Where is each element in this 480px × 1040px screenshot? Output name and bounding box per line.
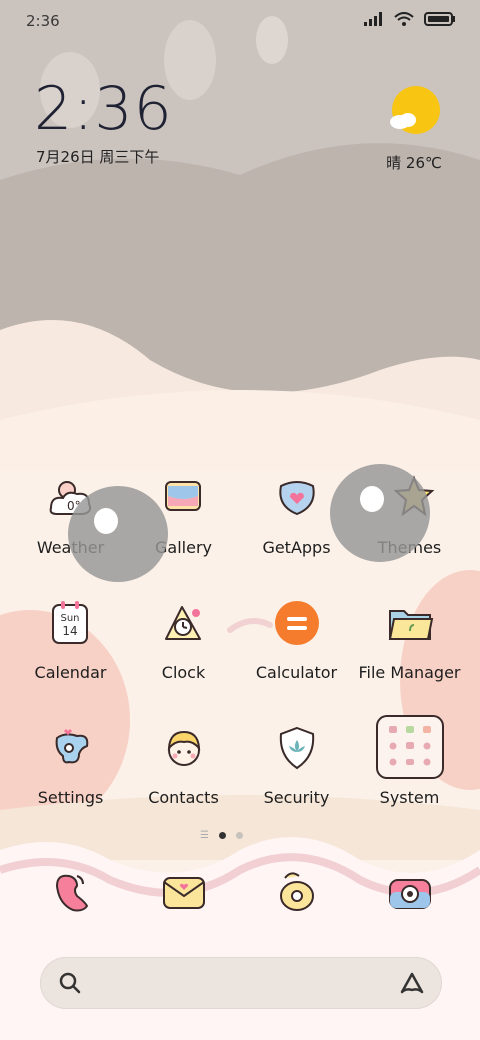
app-label: GetApps <box>262 538 331 557</box>
svg-text:Sun: Sun <box>60 613 79 624</box>
app-label: Clock <box>161 663 206 682</box>
browser-icon <box>279 872 314 911</box>
wifi-icon <box>394 12 414 26</box>
clock-icon <box>164 606 201 640</box>
feed-page-icon: ☰ <box>200 830 209 841</box>
settings-icon <box>55 728 88 764</box>
app-system-folder[interactable]: System <box>353 715 466 845</box>
app-label: Calculator <box>255 663 338 682</box>
app-calendar[interactable]: Sun 14 Calendar <box>14 595 127 720</box>
overlay-blob-left <box>68 486 168 582</box>
app-label: Settings <box>37 788 104 807</box>
app-label: Calendar <box>34 663 107 682</box>
camera-icon <box>388 879 431 909</box>
file-manager-icon <box>388 610 433 640</box>
app-clock[interactable]: Clock <box>127 595 240 720</box>
weather-widget[interactable]: 晴 26℃ <box>382 84 446 173</box>
search-icon <box>59 972 81 994</box>
app-calculator[interactable]: Calculator <box>240 595 353 720</box>
contacts-icon <box>167 730 200 766</box>
calculator-icon <box>274 601 319 645</box>
calendar-icon: Sun 14 <box>51 601 88 644</box>
getapps-icon <box>278 481 315 516</box>
dock-phone[interactable] <box>14 862 127 922</box>
clock-widget-time[interactable]: 2:36 <box>34 74 173 144</box>
messages-icon <box>162 877 205 909</box>
sunny-weather-icon <box>390 86 440 134</box>
weather-widget-text: 晴 26℃ <box>386 154 442 172</box>
app-label: System <box>379 788 440 807</box>
page-dot-current <box>218 832 226 839</box>
system-folder-icon <box>375 715 444 779</box>
dock <box>14 862 466 922</box>
assistant-icon[interactable] <box>398 970 426 996</box>
search-bar[interactable] <box>40 957 442 1009</box>
security-icon <box>279 726 314 770</box>
svg-text:14: 14 <box>62 624 77 638</box>
phone-icon <box>55 874 88 912</box>
signal-icon <box>364 12 382 26</box>
dock-camera[interactable] <box>353 862 466 922</box>
page-indicator: ☰ <box>200 830 243 841</box>
dock-messages[interactable] <box>127 862 240 922</box>
status-bar: 2:36 <box>0 0 480 44</box>
dock-browser[interactable] <box>240 862 353 922</box>
overlay-blob-right <box>330 464 430 562</box>
app-label: Contacts <box>148 788 219 807</box>
app-label: Security <box>263 788 330 807</box>
app-file-manager[interactable]: File Manager <box>353 595 466 720</box>
app-label: File Manager <box>358 663 461 682</box>
gallery-icon <box>164 481 201 511</box>
app-settings[interactable]: Settings <box>14 720 127 845</box>
app-contacts[interactable]: Contacts <box>127 720 240 845</box>
page-dot <box>235 832 243 839</box>
clock-widget-date: 7月26日 周三下午 <box>36 148 160 166</box>
status-time: 2:36 <box>26 12 60 30</box>
battery-icon <box>424 12 455 26</box>
app-security[interactable]: Security <box>240 720 353 845</box>
